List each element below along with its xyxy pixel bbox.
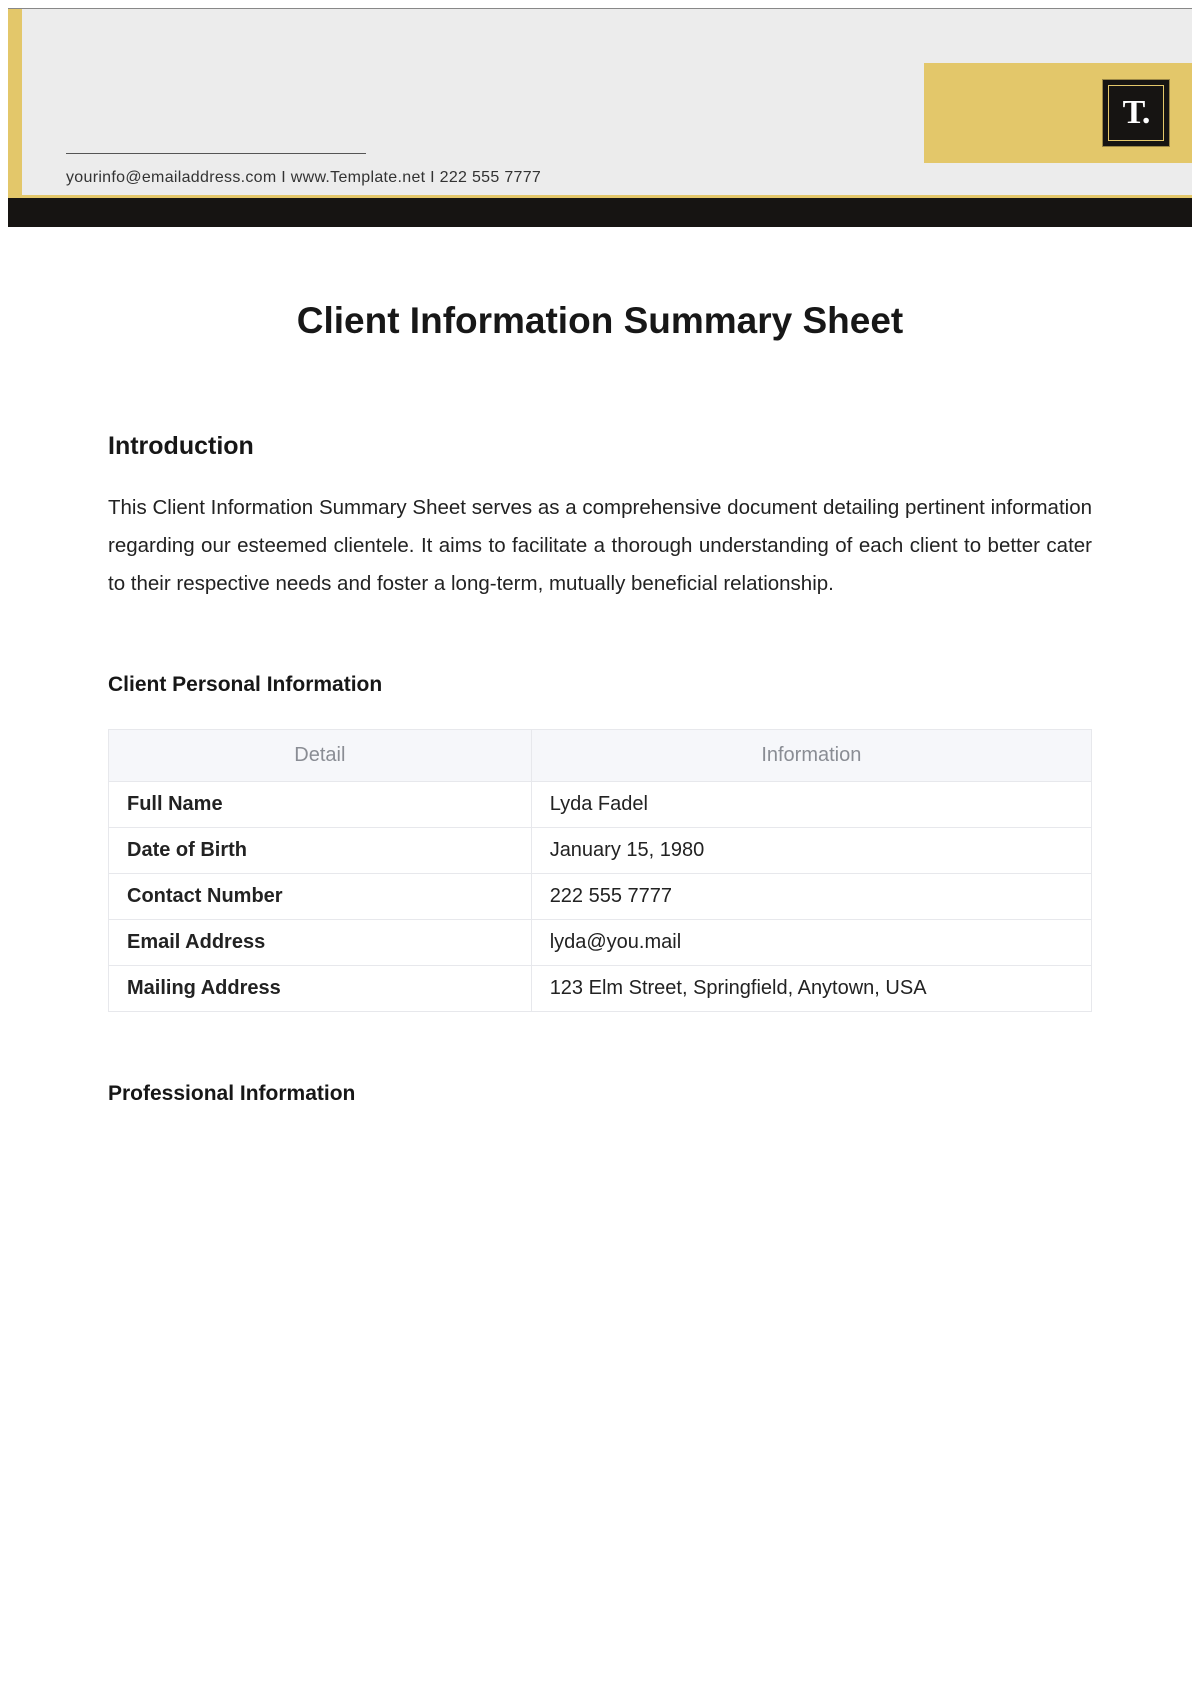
introduction-heading: Introduction	[108, 432, 1092, 461]
row-value: Lyda Fadel	[531, 781, 1091, 827]
introduction-text: This Client Information Summary Sheet se…	[108, 489, 1092, 603]
black-bar	[8, 195, 1192, 227]
table-row: Full Name Lyda Fadel	[109, 781, 1092, 827]
contact-phone: 222 555 7777	[440, 169, 541, 186]
separator: I	[425, 169, 439, 186]
row-label: Email Address	[109, 919, 532, 965]
row-label: Full Name	[109, 781, 532, 827]
row-value: 123 Elm Street, Springfield, Anytown, US…	[531, 965, 1091, 1011]
logo-text: T.	[1123, 94, 1150, 132]
page-title: Client Information Summary Sheet	[108, 300, 1092, 342]
table-row: Contact Number 222 555 7777	[109, 873, 1092, 919]
table-header-row: Detail Information	[109, 729, 1092, 781]
content-area: Client Information Summary Sheet Introdu…	[108, 300, 1092, 1138]
row-label: Mailing Address	[109, 965, 532, 1011]
table-row: Date of Birth January 15, 1980	[109, 827, 1092, 873]
table-row: Mailing Address 123 Elm Street, Springfi…	[109, 965, 1092, 1011]
separator: I	[277, 169, 291, 186]
header-thin-divider	[66, 153, 366, 154]
header-area: T. yourinfo@emailaddress.com I www.Templ…	[8, 9, 1192, 195]
col-information: Information	[531, 729, 1091, 781]
professional-info-heading: Professional Information	[108, 1082, 1092, 1106]
row-value: January 15, 1980	[531, 827, 1091, 873]
contact-line: yourinfo@emailaddress.com I www.Template…	[66, 169, 541, 187]
col-detail: Detail	[109, 729, 532, 781]
contact-email: yourinfo@emailaddress.com	[66, 169, 277, 186]
row-label: Contact Number	[109, 873, 532, 919]
table-row: Email Address lyda@you.mail	[109, 919, 1092, 965]
row-label: Date of Birth	[109, 827, 532, 873]
logo-square: T.	[1102, 79, 1170, 147]
gold-left-tab	[8, 9, 22, 195]
row-value: lyda@you.mail	[531, 919, 1091, 965]
contact-website: www.Template.net	[291, 169, 426, 186]
personal-info-heading: Client Personal Information	[108, 673, 1092, 697]
row-value: 222 555 7777	[531, 873, 1091, 919]
logo-block: T.	[924, 63, 1192, 163]
personal-info-table: Detail Information Full Name Lyda Fadel …	[108, 729, 1092, 1012]
